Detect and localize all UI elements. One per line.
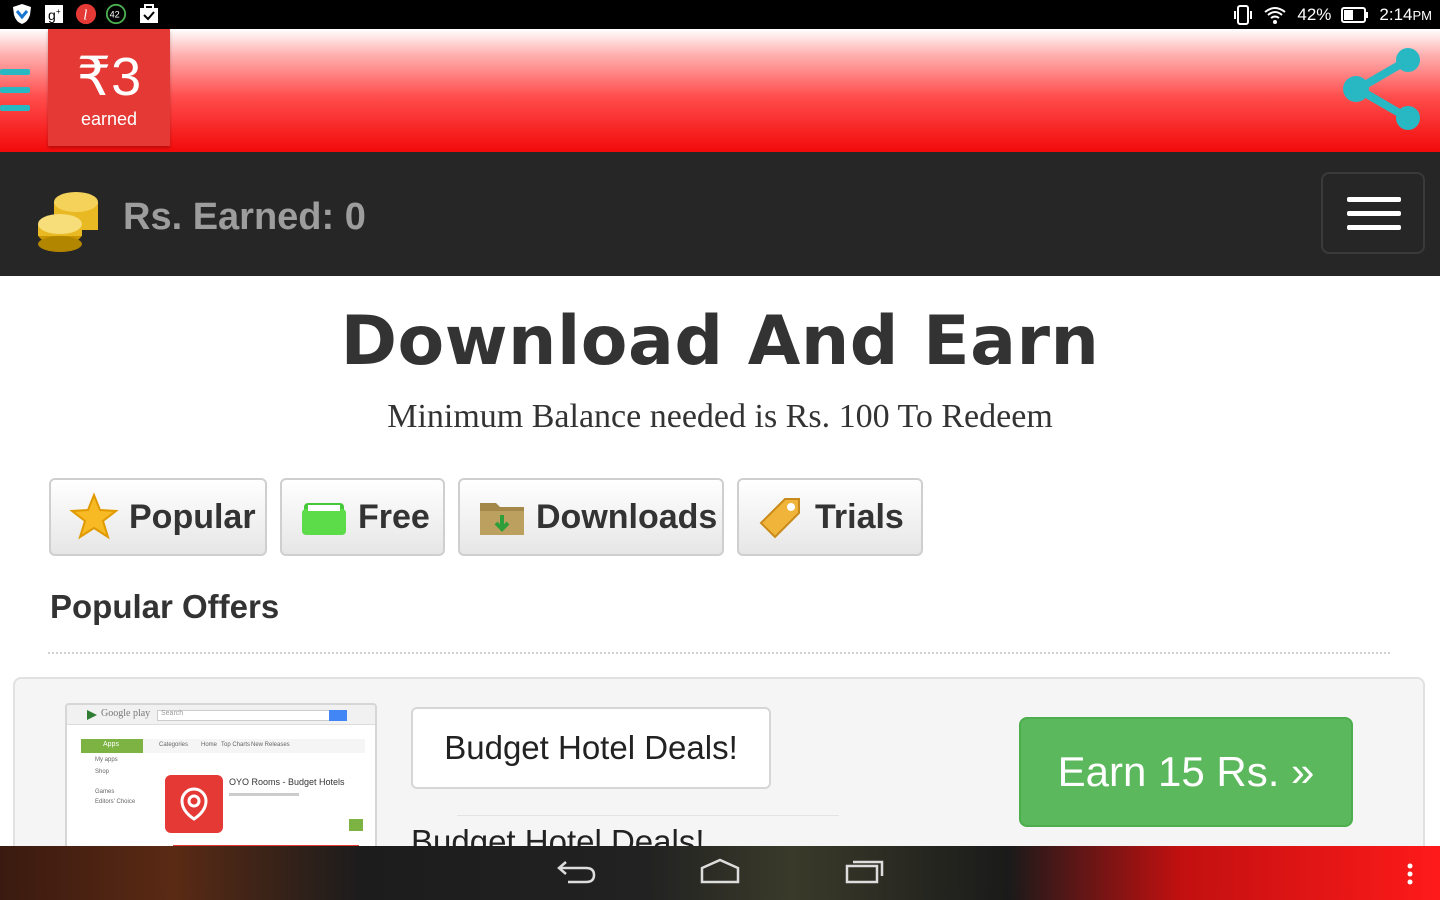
badge-42-icon: 42 xyxy=(105,3,127,25)
earned-amount: ₹3 xyxy=(76,47,142,107)
earned-total[interactable]: Rs. Earned: 0 xyxy=(123,196,366,239)
thumb-app-name: OYO Rooms - Budget Hotels xyxy=(229,777,345,787)
thumb-sidebar-apps: Apps xyxy=(103,741,119,748)
status-bar: g + l 42 42% 2:14PM xyxy=(0,0,1440,29)
tab-popular-label: Popular xyxy=(129,497,256,536)
thumb-store: Google play xyxy=(101,708,151,719)
earned-badge: ₹3 earned xyxy=(48,29,170,146)
app-header: ₹3 earned xyxy=(0,29,1440,152)
tab-trials-label: Trials xyxy=(815,497,904,536)
battery-percent: 42% xyxy=(1297,4,1332,24)
briefcase-check-icon xyxy=(140,4,158,23)
overflow-menu-icon[interactable] xyxy=(1404,862,1416,886)
oyo-logo-icon xyxy=(180,787,208,821)
tab-downloads-label: Downloads xyxy=(536,497,718,536)
play-store-icon xyxy=(87,710,97,720)
svg-text:+: + xyxy=(56,7,61,16)
recent-apps-icon[interactable] xyxy=(844,856,886,886)
vibrate-icon xyxy=(1234,4,1253,25)
section-title: Popular Offers xyxy=(50,588,280,625)
offer-divider xyxy=(457,815,839,816)
earn-button[interactable]: Earn 15 Rs. » xyxy=(1019,717,1353,827)
clock: 2:14PM xyxy=(1379,4,1432,24)
google-plus-icon: g + xyxy=(45,5,63,23)
svg-text:42: 42 xyxy=(110,10,120,20)
back-icon[interactable] xyxy=(556,856,596,886)
earned-label: earned xyxy=(80,109,138,129)
wifi-icon xyxy=(1264,6,1286,24)
svg-text:g: g xyxy=(48,7,56,23)
system-nav-bar xyxy=(0,846,1440,900)
tab-downloads[interactable]: Downloads xyxy=(458,478,724,556)
shield-icon xyxy=(13,4,31,24)
battery-icon xyxy=(1341,6,1369,23)
navbar: Rs. Earned: 0 xyxy=(0,152,1440,276)
main-content: Download And Earn Minimum Balance needed… xyxy=(0,276,1440,883)
nav-toggle-button[interactable] xyxy=(1321,172,1425,254)
tab-free-label: Free xyxy=(358,497,430,536)
svg-text:l: l xyxy=(83,8,87,24)
star-icon xyxy=(69,492,119,540)
tag-icon xyxy=(759,498,800,539)
drawer-menu-icon[interactable] xyxy=(0,65,30,115)
thumb-search: Search xyxy=(161,710,184,717)
page-title: Download And Earn xyxy=(340,302,1100,381)
download-folder-icon xyxy=(480,503,524,535)
tab-popular[interactable]: Popular xyxy=(49,478,267,556)
tab-free[interactable]: Free xyxy=(280,478,445,556)
tab-trials[interactable]: Trials xyxy=(737,478,923,556)
coins-icon xyxy=(38,192,98,252)
page-subtitle: Minimum Balance needed is Rs. 100 To Red… xyxy=(387,398,1053,435)
divider xyxy=(48,652,1390,654)
offer-title[interactable]: Budget Hotel Deals! xyxy=(411,707,771,789)
share-icon[interactable] xyxy=(1338,44,1428,134)
green-folder-icon xyxy=(302,503,346,535)
home-icon[interactable] xyxy=(698,856,742,886)
app-i-icon: l xyxy=(75,3,97,25)
